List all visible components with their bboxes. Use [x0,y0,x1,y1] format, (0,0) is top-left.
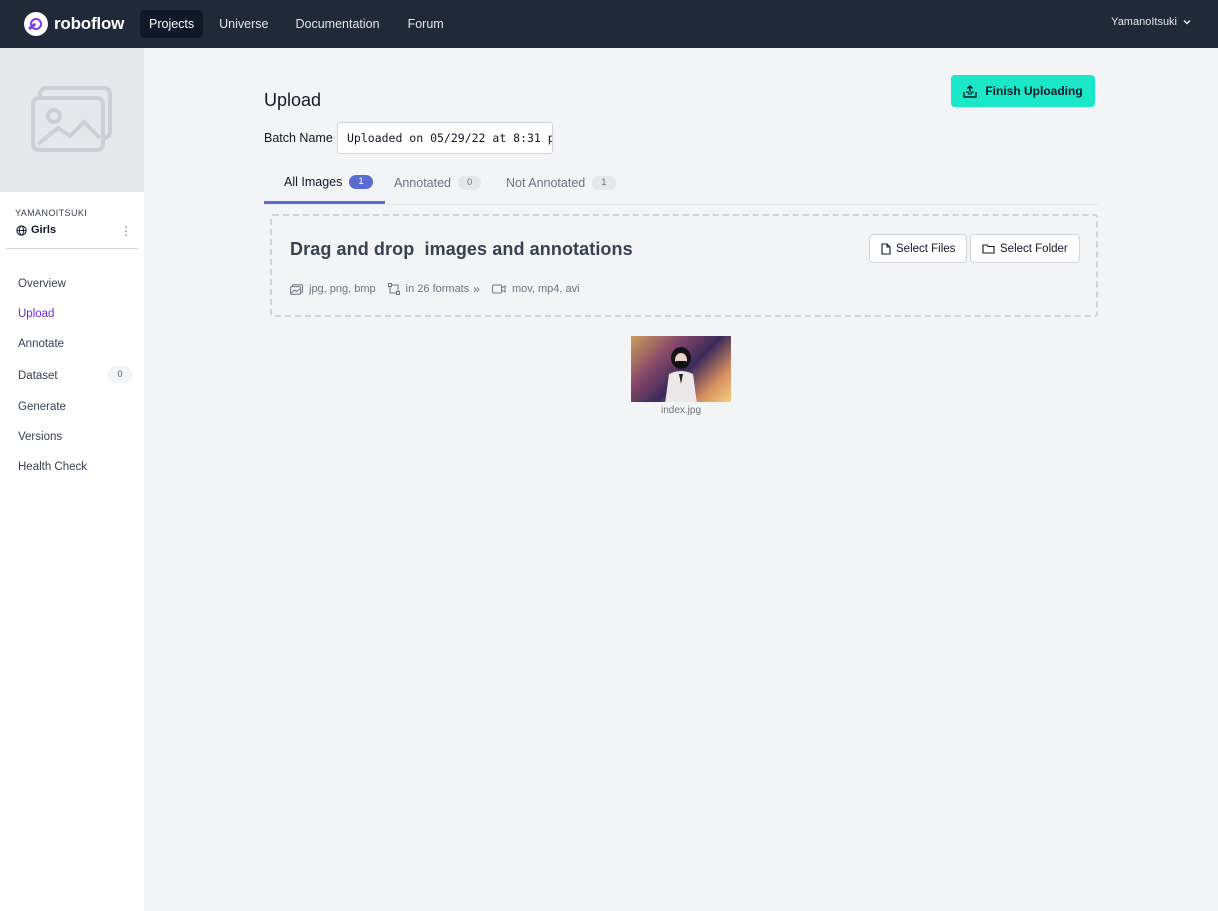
sidebar-item-generate[interactable]: Generate [0,392,144,422]
select-files-button[interactable]: Select Files [869,234,968,263]
upload-dropzone[interactable]: Drag and drop images and annotations Sel… [270,214,1098,317]
finish-uploading-button[interactable]: Finish Uploading [951,75,1095,107]
annotation-formats-text: in 26 formats [405,283,470,295]
dropzone-title: Drag and drop images and annotations [290,239,633,259]
folder-icon [982,244,995,254]
tab-not-annotated[interactable]: Not Annotated 1 [506,162,616,204]
sidebar: YAMANOITSUKI Girls ⋮ Overview Upload Ann… [0,48,144,911]
batch-name-label: Batch Name [264,131,333,145]
tab-label: Not Annotated [506,176,586,190]
page-title: Upload [264,90,322,110]
user-name: YamanoItsuki [1111,16,1177,28]
video-icon [492,284,506,294]
user-menu[interactable]: YamanoItsuki [1111,16,1192,28]
select-files-label: Select Files [896,242,956,255]
sidebar-item-health-check[interactable]: Health Check [0,452,144,482]
photo-figure [665,347,697,402]
nav-forum[interactable]: Forum [399,10,453,38]
project-cover-image [0,48,144,192]
tab-count-badge: 1 [592,176,616,190]
tab-label: All Images [284,174,343,189]
chevron-down-icon [1183,19,1191,25]
sidebar-item-label: Dataset [18,369,58,382]
tab-label: Annotated [394,176,451,190]
sidebar-item-annotate[interactable]: Annotate [0,329,144,359]
nav-documentation[interactable]: Documentation [286,10,388,38]
upload-tray-icon [963,84,978,98]
nav-projects[interactable]: Projects [140,10,204,38]
brand[interactable]: roboflow [24,12,140,36]
select-folder-label: Select Folder [1000,242,1068,255]
image-formats: jpg, png, bmp [290,283,376,295]
globe-icon [16,224,27,236]
batch-name-value: Uploaded on 05/29/22 at 8:31 p [347,131,553,145]
sidebar-item-overview[interactable]: Overview [0,269,144,299]
video-formats: mov, mp4, avi [492,283,580,295]
tab-all-images[interactable]: All Images 1 [264,162,385,204]
select-folder-button[interactable]: Select Folder [970,234,1080,263]
batch-name-input[interactable]: Uploaded on 05/29/22 at 8:31 p [337,122,553,154]
supported-formats: jpg, png, bmp in 26 formats » mov, mp4, … [290,282,592,296]
sidebar-menu: Overview Upload Annotate Dataset 0 Gener… [0,269,144,482]
nav-universe[interactable]: Universe [210,10,277,38]
workspace-owner: YAMANOITSUKI [15,208,88,218]
video-formats-text: mov, mp4, avi [511,283,580,295]
tab-annotated[interactable]: Annotated 0 [394,162,482,204]
images-icon [290,283,303,295]
double-chevron-right-icon: » [473,282,480,296]
top-navbar: roboflow Projects Universe Documentation… [0,0,1218,48]
image-tabs: All Images 1 Annotated 0 Not Annotated 1 [264,162,1098,205]
sidebar-item-label: Overview [18,278,66,290]
image-placeholder-icon [31,86,112,152]
sidebar-item-label: Versions [18,431,63,443]
sidebar-item-label: Upload [18,308,55,320]
tab-count-badge: 1 [349,174,373,189]
project-header: Girls ⋮ [16,224,132,238]
more-options-icon[interactable]: ⋮ [120,224,132,238]
finish-uploading-label: Finish Uploading [985,84,1083,98]
divider [6,248,138,249]
uploaded-image-filename: index.jpg [660,405,702,416]
uploaded-image-thumbnail[interactable] [631,336,731,402]
sidebar-item-label: Health Check [18,461,88,473]
sidebar-item-dataset[interactable]: Dataset 0 [0,359,144,392]
sidebar-item-versions[interactable]: Versions [0,422,144,452]
sidebar-item-label: Generate [18,401,66,413]
sidebar-item-upload[interactable]: Upload [0,299,144,329]
project-name: Girls [31,224,57,236]
brand-name: roboflow [54,14,125,33]
image-formats-text: jpg, png, bmp [309,283,376,295]
bounding-box-icon [387,283,400,295]
tab-count-badge: 0 [458,176,482,190]
file-icon [881,242,891,255]
roboflow-logo-icon [24,12,48,36]
dataset-count-badge: 0 [108,366,132,383]
annotation-formats[interactable]: in 26 formats » [387,282,480,296]
sidebar-item-label: Annotate [18,338,65,350]
